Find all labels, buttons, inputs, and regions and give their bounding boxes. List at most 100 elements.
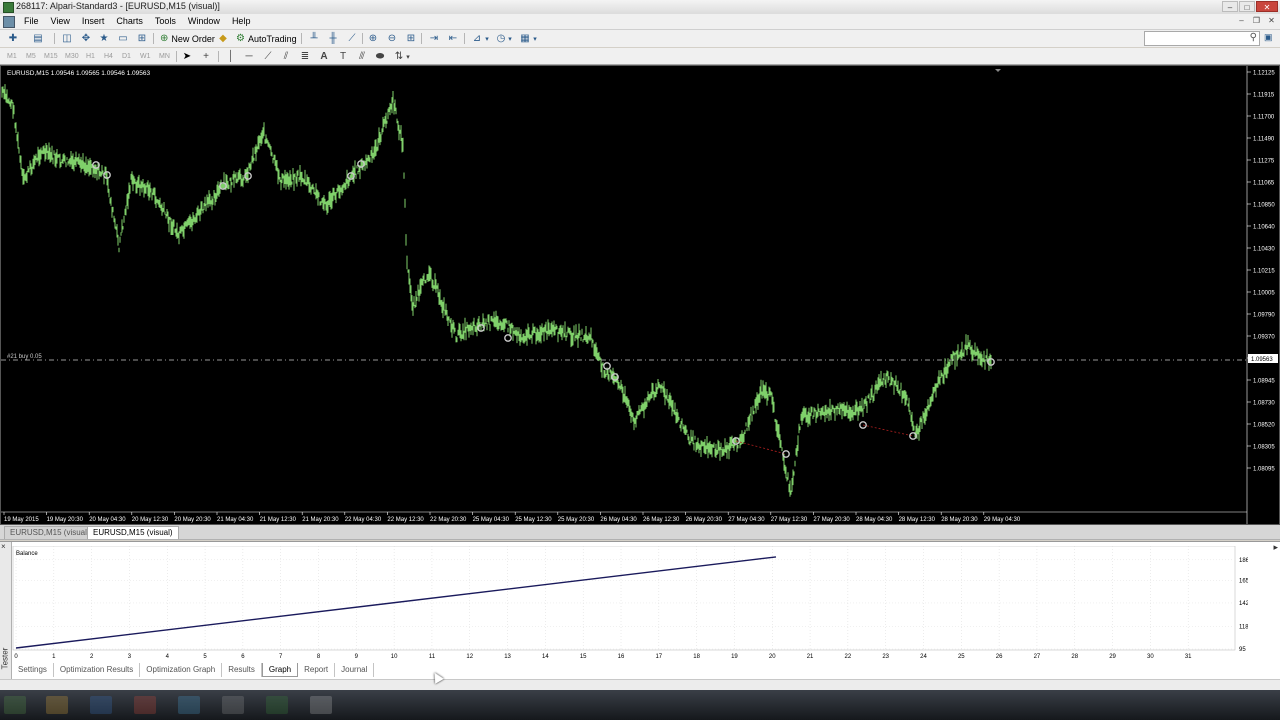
balance-x-tick: 21 bbox=[807, 654, 814, 658]
price-chart[interactable]: EURUSD,M15 1.09546 1.09565 1.09546 1.095… bbox=[0, 65, 1280, 525]
balance-x-tick: 26 bbox=[996, 654, 1003, 658]
timeframe-d1[interactable]: D1 bbox=[120, 50, 133, 63]
zoom-in-icon[interactable]: ⊕ bbox=[366, 32, 380, 45]
chart-shift-icon[interactable]: ⇤ bbox=[446, 32, 460, 45]
close-button[interactable]: ✕ bbox=[1256, 1, 1278, 12]
candlestick-icon[interactable]: ╫ bbox=[326, 32, 340, 45]
taskbar-app-icon[interactable] bbox=[266, 696, 288, 714]
chart-restore-button[interactable]: ❐ bbox=[1250, 15, 1263, 27]
price-scale: 1.12125 1.11915 1.11700 1.11490 1.11275 1.110… bbox=[1247, 71, 1275, 473]
tile-windows-icon[interactable]: ⊞ bbox=[404, 32, 418, 45]
tab-optimization-graph[interactable]: Optimization Graph bbox=[140, 663, 223, 677]
menu-file[interactable]: File bbox=[18, 15, 45, 28]
tab-optimization-results[interactable]: Optimization Results bbox=[54, 663, 141, 677]
menu-charts[interactable]: Charts bbox=[110, 15, 149, 28]
metaeditor-icon[interactable]: ◆ bbox=[216, 32, 230, 45]
timeframe-m1[interactable]: M1 bbox=[5, 50, 19, 63]
market-watch-icon[interactable]: ◫ bbox=[60, 32, 74, 45]
new-order-button[interactable]: ⊕ New Order bbox=[157, 32, 218, 45]
price-tick-label: 1.11915 bbox=[1253, 93, 1275, 99]
menu-insert[interactable]: Insert bbox=[76, 15, 111, 28]
cursor-icon[interactable]: ➤ bbox=[180, 50, 194, 63]
standard-toolbar: ✚ ▤ ◫ ✥ ★ ▭ ⊞ ⊕ New Order ◆ ⚙ AutoTradin… bbox=[0, 30, 1280, 47]
chart-minimize-button[interactable]: – bbox=[1235, 15, 1248, 27]
taskbar-app-icon[interactable] bbox=[222, 696, 244, 714]
tab-settings[interactable]: Settings bbox=[12, 663, 54, 677]
chart-window-tabs: EURUSD,M15 (visual) EURUSD,M15 (visual) bbox=[0, 525, 1280, 540]
fibonacci-icon[interactable]: ≣ bbox=[298, 50, 312, 63]
tab-graph[interactable]: Graph bbox=[261, 663, 299, 677]
horizontal-line-icon[interactable]: ─ bbox=[242, 50, 256, 63]
time-tick-label: 22 May 04:30 bbox=[345, 517, 382, 523]
search-icon[interactable]: ⚲ bbox=[1250, 32, 1257, 43]
navigator-icon[interactable]: ★ bbox=[97, 32, 111, 45]
taskbar-app-icon[interactable] bbox=[134, 696, 156, 714]
chart-shift-marker[interactable] bbox=[995, 69, 1001, 72]
balance-y-tick: 186 bbox=[1239, 558, 1248, 564]
periods-dropdown-icon[interactable]: ▾ bbox=[506, 32, 514, 45]
timeframe-h1[interactable]: H1 bbox=[84, 50, 97, 63]
timeframe-m30[interactable]: M30 bbox=[63, 50, 81, 63]
menu-window[interactable]: Window bbox=[182, 15, 226, 28]
ellipse-icon[interactable]: ⬬ bbox=[373, 50, 387, 63]
strategy-tester-icon[interactable]: ⊞ bbox=[135, 32, 149, 45]
balance-x-tick: 3 bbox=[128, 654, 132, 658]
chart-close-button[interactable]: ✕ bbox=[1265, 15, 1278, 27]
profiles-icon[interactable]: ▤ bbox=[31, 32, 45, 45]
templates-icon[interactable]: ▦ bbox=[518, 32, 532, 45]
timeframe-mn[interactable]: MN bbox=[157, 50, 172, 63]
vertical-line-icon[interactable]: │ bbox=[224, 50, 238, 63]
price-tick-label: 1.08730 bbox=[1253, 401, 1275, 407]
indicators-dropdown-icon[interactable]: ▾ bbox=[483, 32, 491, 45]
data-window-icon[interactable]: ✥ bbox=[79, 32, 93, 45]
zoom-out-icon[interactable]: ⊖ bbox=[385, 32, 399, 45]
timeframe-w1[interactable]: W1 bbox=[138, 50, 153, 63]
new-chart-icon[interactable]: ✚ bbox=[6, 32, 20, 45]
trendline-icon[interactable]: ⟋ bbox=[261, 50, 275, 63]
tab-report[interactable]: Report bbox=[298, 663, 336, 677]
indicators-icon[interactable]: ⊿ bbox=[470, 32, 484, 45]
taskbar-app-icon[interactable] bbox=[90, 696, 112, 714]
templates-dropdown-icon[interactable]: ▾ bbox=[531, 32, 539, 45]
tester-close-icon[interactable]: × bbox=[1, 542, 6, 551]
start-icon[interactable] bbox=[4, 696, 26, 714]
tab-results[interactable]: Results bbox=[222, 663, 262, 677]
price-chart-canvas[interactable]: EURUSD,M15 1.09546 1.09565 1.09546 1.095… bbox=[1, 66, 1279, 524]
taskbar-app-icon[interactable] bbox=[178, 696, 200, 714]
community-icon[interactable]: ▣ bbox=[1264, 32, 1277, 44]
search-input[interactable]: ⚲ bbox=[1144, 31, 1260, 46]
auto-scroll-icon[interactable]: ⇥ bbox=[427, 32, 441, 45]
chart-tab[interactable]: EURUSD,M15 (visual) bbox=[4, 526, 96, 539]
taskbar-app-icon[interactable] bbox=[46, 696, 68, 714]
line-chart-icon[interactable]: ⟋ bbox=[345, 32, 359, 45]
maximize-button[interactable]: □ bbox=[1239, 1, 1255, 12]
taskbar-app-icon[interactable] bbox=[310, 696, 332, 714]
balance-x-tick: 29 bbox=[1109, 654, 1116, 658]
text-icon[interactable]: A bbox=[317, 50, 331, 63]
terminal-icon[interactable]: ▭ bbox=[116, 32, 130, 45]
timeframe-m5[interactable]: M5 bbox=[24, 50, 38, 63]
chart-window-icon[interactable] bbox=[3, 16, 15, 28]
minimize-button[interactable]: – bbox=[1222, 1, 1238, 12]
gann-icon[interactable]: ⫻ bbox=[355, 50, 369, 63]
menu-help[interactable]: Help bbox=[226, 15, 257, 28]
menu-bar: File View Insert Charts Tools Window Hel… bbox=[0, 14, 1280, 30]
autotrading-button[interactable]: ⚙ AutoTrading bbox=[233, 32, 300, 45]
timeframe-h4[interactable]: H4 bbox=[102, 50, 115, 63]
crosshair-icon[interactable]: + bbox=[199, 50, 213, 63]
timeframe-m15[interactable]: M15 bbox=[42, 50, 60, 63]
new-order-icon: ⊕ bbox=[160, 33, 169, 44]
taskbar bbox=[0, 690, 1280, 720]
menu-tools[interactable]: Tools bbox=[149, 15, 182, 28]
arrows-dropdown-icon[interactable]: ▾ bbox=[404, 50, 412, 63]
equidistant-channel-icon[interactable]: ⫽ bbox=[279, 50, 293, 63]
text-label-icon[interactable]: T bbox=[336, 50, 350, 63]
tester-title: Tester bbox=[0, 647, 10, 670]
balance-x-tick: 23 bbox=[882, 654, 889, 658]
status-bar bbox=[0, 679, 1280, 690]
chart-tab-active[interactable]: EURUSD,M15 (visual) bbox=[87, 526, 179, 539]
bar-chart-icon[interactable]: ╨ bbox=[307, 32, 321, 45]
tab-journal[interactable]: Journal bbox=[335, 663, 375, 677]
menu-view[interactable]: View bbox=[45, 15, 76, 28]
tester-scroll-icon[interactable]: ▸ bbox=[1273, 542, 1278, 553]
